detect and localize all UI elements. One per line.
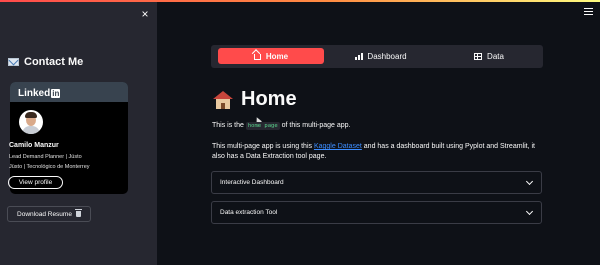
sidebar: × Contact Me Linked in Camilo Manzur Lea… bbox=[0, 2, 157, 265]
intro-paragraph: This is the home page of this multi-page… bbox=[212, 122, 351, 130]
nav-dashboard-label: Dashboard bbox=[367, 51, 407, 61]
expander-interactive-dashboard[interactable]: Interactive Dashboard bbox=[211, 171, 542, 194]
linkedin-card-header: Linked in bbox=[10, 82, 128, 102]
download-resume-button[interactable]: Download Resume bbox=[7, 206, 91, 222]
house-icon bbox=[213, 90, 233, 109]
view-profile-button[interactable]: View profile bbox=[8, 176, 63, 189]
profile-headline: Lead Demand Planner | Jüsto bbox=[9, 154, 82, 160]
close-sidebar-icon[interactable]: × bbox=[138, 7, 152, 21]
page-navbar: Home Dashboard Data bbox=[211, 45, 543, 68]
download-resume-label: Download Resume bbox=[17, 210, 72, 218]
nav-home-label: Home bbox=[265, 51, 289, 61]
table-icon bbox=[474, 52, 483, 60]
document-icon bbox=[74, 209, 82, 217]
bar-chart-icon bbox=[355, 52, 364, 60]
home-icon bbox=[253, 54, 261, 60]
page-title: Home bbox=[213, 88, 297, 111]
envelope-icon bbox=[8, 58, 19, 66]
description-text-start: This multi-page app is using this bbox=[212, 143, 312, 150]
profile-name: Camilo Manzur bbox=[9, 142, 59, 149]
description-paragraph: This multi-page app is using this Kaggle… bbox=[212, 142, 542, 162]
avatar bbox=[19, 110, 43, 134]
nav-data[interactable]: Data bbox=[439, 48, 539, 64]
nav-dashboard[interactable]: Dashboard bbox=[329, 48, 433, 64]
chevron-down-icon bbox=[525, 207, 534, 216]
nav-data-label: Data bbox=[487, 51, 504, 61]
chevron-down-icon bbox=[525, 177, 534, 186]
expander-data-extraction[interactable]: Data extraction Tool bbox=[211, 201, 542, 224]
contact-title: Contact Me bbox=[8, 56, 83, 68]
intro-text-start: This is the bbox=[212, 122, 244, 129]
expander-label: Data extraction Tool bbox=[220, 209, 278, 216]
inline-code: home page bbox=[245, 122, 280, 130]
page-title-text: Home bbox=[241, 88, 297, 110]
main-menu-icon[interactable] bbox=[584, 8, 593, 15]
expander-label: Interactive Dashboard bbox=[220, 179, 284, 186]
intro-text-end: of this multi-page app. bbox=[281, 122, 351, 129]
nav-home[interactable]: Home bbox=[218, 48, 324, 64]
kaggle-dataset-link[interactable]: Kaggle Dataset bbox=[314, 143, 362, 150]
profile-education: Jüsto | Tecnológico de Monterrey bbox=[9, 164, 90, 170]
linkedin-logo-in: in bbox=[51, 89, 61, 98]
contact-title-text: Contact Me bbox=[24, 56, 84, 68]
linkedin-logo: Linked bbox=[18, 88, 51, 99]
